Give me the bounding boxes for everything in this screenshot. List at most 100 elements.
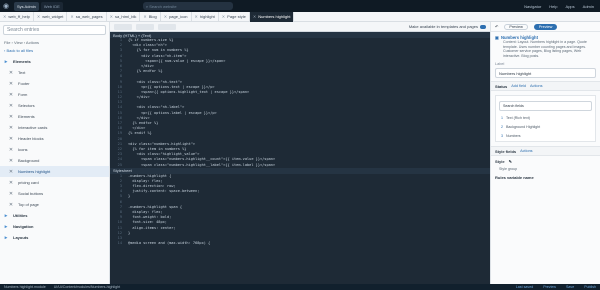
- close-tab-icon[interactable]: ✕: [195, 14, 198, 19]
- doc-tab[interactable]: ✕ Blog: [140, 11, 161, 22]
- document-tab-bar: ✕ web_ff_help ✕ web_widget ✕ sa_web_pages ✕ sa_…: [0, 11, 600, 22]
- close-tab-icon[interactable]: ✕: [253, 14, 256, 19]
- module-file-icon: ✕: [8, 157, 14, 164]
- label-field[interactable]: Numbers highlight: [495, 68, 596, 79]
- toolbar-button[interactable]: [136, 23, 154, 30]
- sidebar-file[interactable]: ✕ Footer: [0, 78, 109, 89]
- top-tab-1[interactable]: Web IDE: [40, 1, 63, 11]
- module-file-icon: ✕: [8, 168, 14, 175]
- folder-icon: ▸: [4, 212, 8, 219]
- sidebar-search-input[interactable]: Search entries: [3, 25, 106, 35]
- doc-tab[interactable]: ✕ web_ff_help: [0, 11, 34, 22]
- toolbar-button[interactable]: [114, 23, 132, 30]
- back-link[interactable]: ‹ Back to all files: [0, 47, 109, 54]
- add-field-link[interactable]: Add field: [511, 84, 526, 88]
- file-list: ▸ Elements ✕ Text ✕ Footer ✕ Form ✕ Selectors ✕ Ele…: [0, 56, 109, 243]
- sidebar-folder[interactable]: ▸ Layouts: [0, 232, 109, 243]
- module-icon: ▣: [495, 35, 499, 40]
- sidebar-folder[interactable]: ▸ Utilities: [0, 210, 109, 221]
- breadcrumb: File › View › Actions: [4, 40, 40, 45]
- status-file: Numbers highlight.module: [4, 285, 46, 289]
- doc-tab[interactable]: ✕ web_widget: [34, 11, 68, 22]
- css-code-area[interactable]: 1 .numbers-highlight {2 display: flex; 3 f…: [110, 174, 490, 247]
- sidebar-file[interactable]: ✕ Background: [0, 155, 109, 166]
- module-file-icon: ✕: [8, 190, 14, 197]
- module-file-icon: ✕: [8, 102, 14, 109]
- close-tab-icon[interactable]: ✕: [3, 14, 6, 19]
- folder-icon: ▸: [4, 58, 8, 65]
- sidebar-file[interactable]: ✕ Selectors: [0, 100, 109, 111]
- folder-icon: ▸: [4, 223, 8, 230]
- status-section-header: Status Add field Actions: [491, 81, 600, 92]
- close-tab-icon[interactable]: ✕: [164, 14, 167, 19]
- style-actions-link[interactable]: Actions: [520, 149, 532, 153]
- sidebar-file[interactable]: ✕ Text: [0, 67, 109, 78]
- global-search-input[interactable]: ⌕ Search website: [142, 2, 233, 10]
- sidebar-file[interactable]: ✕ Elements: [0, 111, 109, 122]
- sidebar-file[interactable]: ✕ Social buttons: [0, 188, 109, 199]
- code-editor: Make available in templates and pages Bo…: [110, 22, 490, 284]
- doc-tab[interactable]: ✕ Numbers highlight: [249, 11, 295, 22]
- field-item[interactable]: 2 Background Highlight: [499, 125, 592, 129]
- module-file-icon: ✕: [8, 113, 14, 120]
- module-file-icon: ✕: [8, 69, 14, 76]
- file-sidebar: Search entries File › View › Actions ‹ B…: [0, 22, 110, 284]
- sidebar-file[interactable]: ✕ Numbers highlight: [0, 166, 109, 177]
- close-tab-icon[interactable]: ✕: [143, 14, 146, 19]
- module-file-icon: ✕: [8, 146, 14, 153]
- close-tab-icon[interactable]: ✕: [37, 14, 40, 19]
- doc-tab[interactable]: ✕ sa_web_pages: [67, 11, 107, 22]
- module-file-icon: ✕: [8, 91, 14, 98]
- doc-tab[interactable]: ✕ highlight: [192, 11, 219, 22]
- sidebar-file[interactable]: ✕ Form: [0, 89, 109, 100]
- line-number: 14: [117, 241, 122, 246]
- status-preview[interactable]: Preview: [543, 285, 556, 289]
- module-file-icon: ✕: [8, 179, 14, 186]
- doc-tab[interactable]: ✕ sa_html_blk: [107, 11, 141, 22]
- editor-toolbar: Make available in templates and pages: [110, 22, 490, 32]
- sidebar-file[interactable]: ✕ Header blocks: [0, 133, 109, 144]
- close-tab-icon[interactable]: ✕: [110, 14, 113, 19]
- close-tab-icon[interactable]: ✕: [70, 14, 73, 19]
- sidebar-file[interactable]: ✕ Interactive cards: [0, 122, 109, 133]
- sidebar-file[interactable]: ✕ Icons: [0, 144, 109, 155]
- nav-apps[interactable]: Apps: [566, 4, 575, 9]
- nav-navigator[interactable]: Navigator: [524, 4, 541, 9]
- edit-icon[interactable]: ✎: [509, 159, 512, 164]
- app-logo-icon[interactable]: ◉: [0, 0, 12, 12]
- folder-icon: ▸: [4, 234, 8, 241]
- inspector-toolbar: ↶ Preview Preview: [491, 22, 600, 32]
- sidebar-folder[interactable]: ▸ Navigation: [0, 221, 109, 232]
- top-navigation-bar: ◉ Sys Admin Web IDE ⌕ Search website Nav…: [0, 0, 600, 12]
- top-tab-0[interactable]: Sys Admin: [14, 1, 39, 11]
- widget-description: Content: Layout. Numbers highlight in a …: [503, 40, 587, 58]
- sidebar-folder[interactable]: ▸ Elements: [0, 56, 109, 67]
- status-publish[interactable]: Publish: [584, 285, 596, 289]
- actions-link[interactable]: Actions: [530, 84, 542, 88]
- style-row[interactable]: Style ✎: [491, 156, 600, 167]
- field-item[interactable]: 3 Numbers: [499, 134, 592, 138]
- html-code-area[interactable]: 1 {% if numbers.size %} 2 <div class="nh">…: [110, 38, 490, 168]
- preview-mode-button[interactable]: Preview: [533, 23, 558, 30]
- field-item[interactable]: 1 Text (Rich text): [499, 116, 592, 120]
- doc-tab[interactable]: ✕ Page style: [219, 11, 250, 22]
- status-path: UI/Ui/Content/modules/Numbers-highlight: [53, 285, 121, 289]
- code-line[interactable]: 14 @media screen and (max-width: 768px) {: [112, 241, 490, 246]
- search-fields-input[interactable]: Search fields: [499, 101, 592, 112]
- close-tab-icon[interactable]: ✕: [222, 14, 225, 19]
- nav-admin[interactable]: Admin: [583, 4, 594, 9]
- status-save[interactable]: Save: [566, 285, 574, 289]
- preview-button[interactable]: Preview: [504, 23, 528, 30]
- sidebar-file[interactable]: ✕ Top of page: [0, 199, 109, 210]
- nav-help[interactable]: Help: [549, 4, 557, 9]
- sidebar-file[interactable]: ✕ pricing card: [0, 177, 109, 188]
- doc-tab[interactable]: ✕ page_icon: [161, 11, 192, 22]
- rules-title: Rules variable name: [495, 174, 534, 180]
- module-file-icon: ✕: [8, 80, 14, 87]
- availability-toggle[interactable]: Make available in templates and pages: [409, 24, 486, 29]
- module-file-icon: ✕: [8, 124, 14, 131]
- toolbar-button[interactable]: [158, 23, 176, 30]
- toggle-switch-icon[interactable]: [480, 24, 486, 29]
- undo-icon[interactable]: ↶: [495, 24, 498, 29]
- inspector-panel: ↶ Preview Preview ▣ Numbers highlight Co…: [490, 22, 600, 284]
